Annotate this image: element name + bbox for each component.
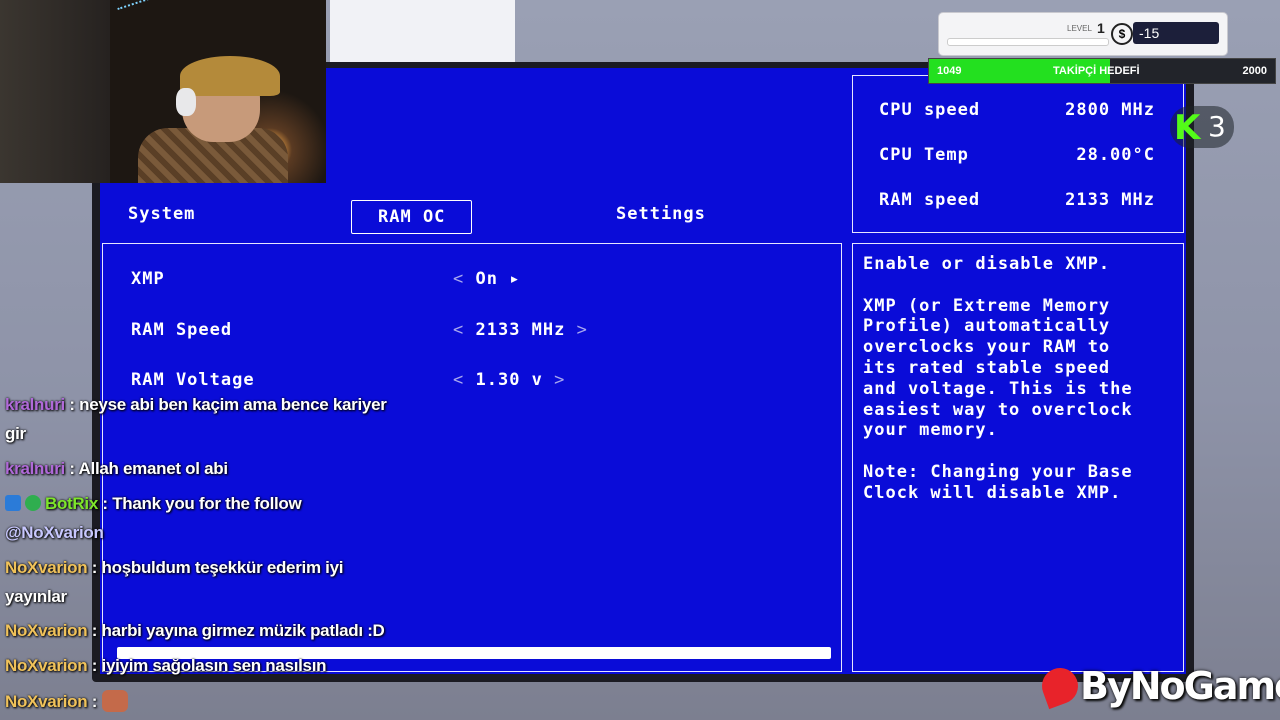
kick-logo-icon: K	[1174, 108, 1201, 148]
chat-text: : Thank you for the follow	[97, 494, 302, 513]
money-display: -15	[1133, 22, 1219, 44]
setting-value-ram-speed[interactable]: < 2133 MHz >	[453, 320, 588, 340]
system-stats-panel: CPU speed 2800 MHz CPU Temp 28.00°C RAM …	[852, 75, 1184, 233]
chat-text: : iyiyim sağolasın sen nasılsın	[87, 656, 327, 675]
headphone-icon	[176, 88, 196, 116]
chat-username: BotRix	[45, 494, 98, 513]
increase-arrow-icon[interactable]: ▸	[509, 269, 520, 289]
chat-text: : harbi yayına girmez müzik patladı :D	[87, 621, 385, 640]
coin-icon: $	[1111, 23, 1133, 45]
increase-arrow-icon[interactable]: >	[577, 320, 588, 340]
chat-text: :	[87, 692, 102, 711]
chat-username: kralnuri	[5, 395, 65, 414]
increase-arrow-icon[interactable]: >	[554, 370, 565, 390]
chat-text: : hoşbuldum teşekkür ederim iyi	[87, 558, 344, 577]
tab-settings[interactable]: Settings	[616, 198, 706, 230]
stat-label-cpu-temp: CPU Temp	[879, 145, 969, 165]
help-text: Enable or disable XMP. XMP (or Extreme M…	[863, 254, 1133, 503]
background-wall-light	[330, 0, 515, 62]
chat-message-continuation: yayınlar	[5, 587, 67, 606]
chat-username: NoXvarion	[5, 692, 88, 711]
follower-goal-bar: 1049 TAKİPÇİ HEDEFİ 2000	[928, 58, 1276, 84]
bot-badge-icon	[5, 495, 21, 511]
stat-value-cpu-speed: 2800 MHz	[1065, 100, 1155, 120]
webcam-string-lights	[117, 0, 314, 13]
chat-text: : Allah emanet ol abi	[64, 459, 228, 478]
level-widget: LEVEL 1 $ -15	[938, 12, 1228, 56]
bot-badges	[5, 495, 45, 516]
webcam-overlay	[0, 0, 326, 183]
goal-max: 2000	[1242, 65, 1267, 77]
setting-value-xmp[interactable]: < On ▸	[453, 269, 520, 289]
stat-value-ram-speed: 2133 MHz	[1065, 190, 1155, 210]
chat-message: NoXvarion : harbi yayına girmez müzik pa…	[5, 621, 385, 641]
goal-title: TAKİPÇİ HEDEFİ	[1053, 65, 1140, 77]
chat-message: BotRix : Thank you for the follow	[5, 494, 302, 516]
ram-speed-value: 2133 MHz	[475, 320, 566, 340]
xmp-value: On	[475, 269, 498, 289]
kick-viewer-count: 3	[1208, 110, 1226, 143]
chat-message: kralnuri : neyse abi ben kaçim ama bence…	[5, 395, 387, 415]
stat-value-cpu-temp: 28.00°C	[1076, 145, 1155, 165]
kick-viewer-badge: K 3	[1170, 106, 1234, 148]
stat-label-cpu-speed: CPU speed	[879, 100, 981, 120]
emote-icon	[101, 690, 128, 712]
decrease-arrow-icon[interactable]: <	[453, 320, 464, 340]
help-panel: Enable or disable XMP. XMP (or Extreme M…	[852, 243, 1184, 672]
bynogame-logo-text: ByNoGame	[1080, 664, 1280, 708]
level-number: 1	[1097, 20, 1105, 36]
ram-voltage-value: 1.30 v	[475, 370, 543, 390]
tab-ram-oc[interactable]: RAM OC	[351, 200, 473, 234]
tab-system[interactable]: System	[128, 198, 195, 230]
setting-label-ram-speed: RAM Speed	[131, 320, 233, 340]
verified-badge-icon	[25, 495, 41, 511]
setting-value-ram-voltage[interactable]: < 1.30 v >	[453, 370, 565, 390]
stat-label-ram-speed: RAM speed	[879, 190, 981, 210]
decrease-arrow-icon[interactable]: <	[453, 370, 464, 390]
settings-panel: XMP < On ▸ RAM Speed < 2133 MHz > RAM Vo…	[102, 243, 842, 672]
xp-bar	[947, 38, 1109, 46]
chat-username: kralnuri	[5, 459, 65, 478]
chat-message-continuation: gir	[5, 424, 26, 443]
decrease-arrow-icon[interactable]: <	[453, 269, 464, 289]
webcam-curtain	[0, 0, 110, 183]
chat-message: kralnuri : Allah emanet ol abi	[5, 459, 228, 479]
level-label: LEVEL	[1067, 24, 1092, 33]
chat-username: NoXvarion	[5, 656, 88, 675]
chat-username: NoXvarion	[5, 621, 88, 640]
chat-text: : neyse abi ben kaçim ama bence kariyer	[64, 395, 387, 414]
chat-username: NoXvarion	[5, 558, 88, 577]
chat-message: NoXvarion : iyiyim sağolasın sen nasılsı…	[5, 656, 327, 676]
chat-message: NoXvarion :	[5, 690, 128, 712]
goal-current: 1049	[937, 65, 962, 77]
chat-message: NoXvarion : hoşbuldum teşekkür ederim iy…	[5, 558, 343, 578]
setting-label-xmp: XMP	[131, 269, 165, 289]
webcam-streamer-cap	[180, 56, 280, 96]
chat-message-continuation: @NoXvarion	[5, 523, 104, 542]
setting-label-ram-voltage: RAM Voltage	[131, 370, 255, 390]
